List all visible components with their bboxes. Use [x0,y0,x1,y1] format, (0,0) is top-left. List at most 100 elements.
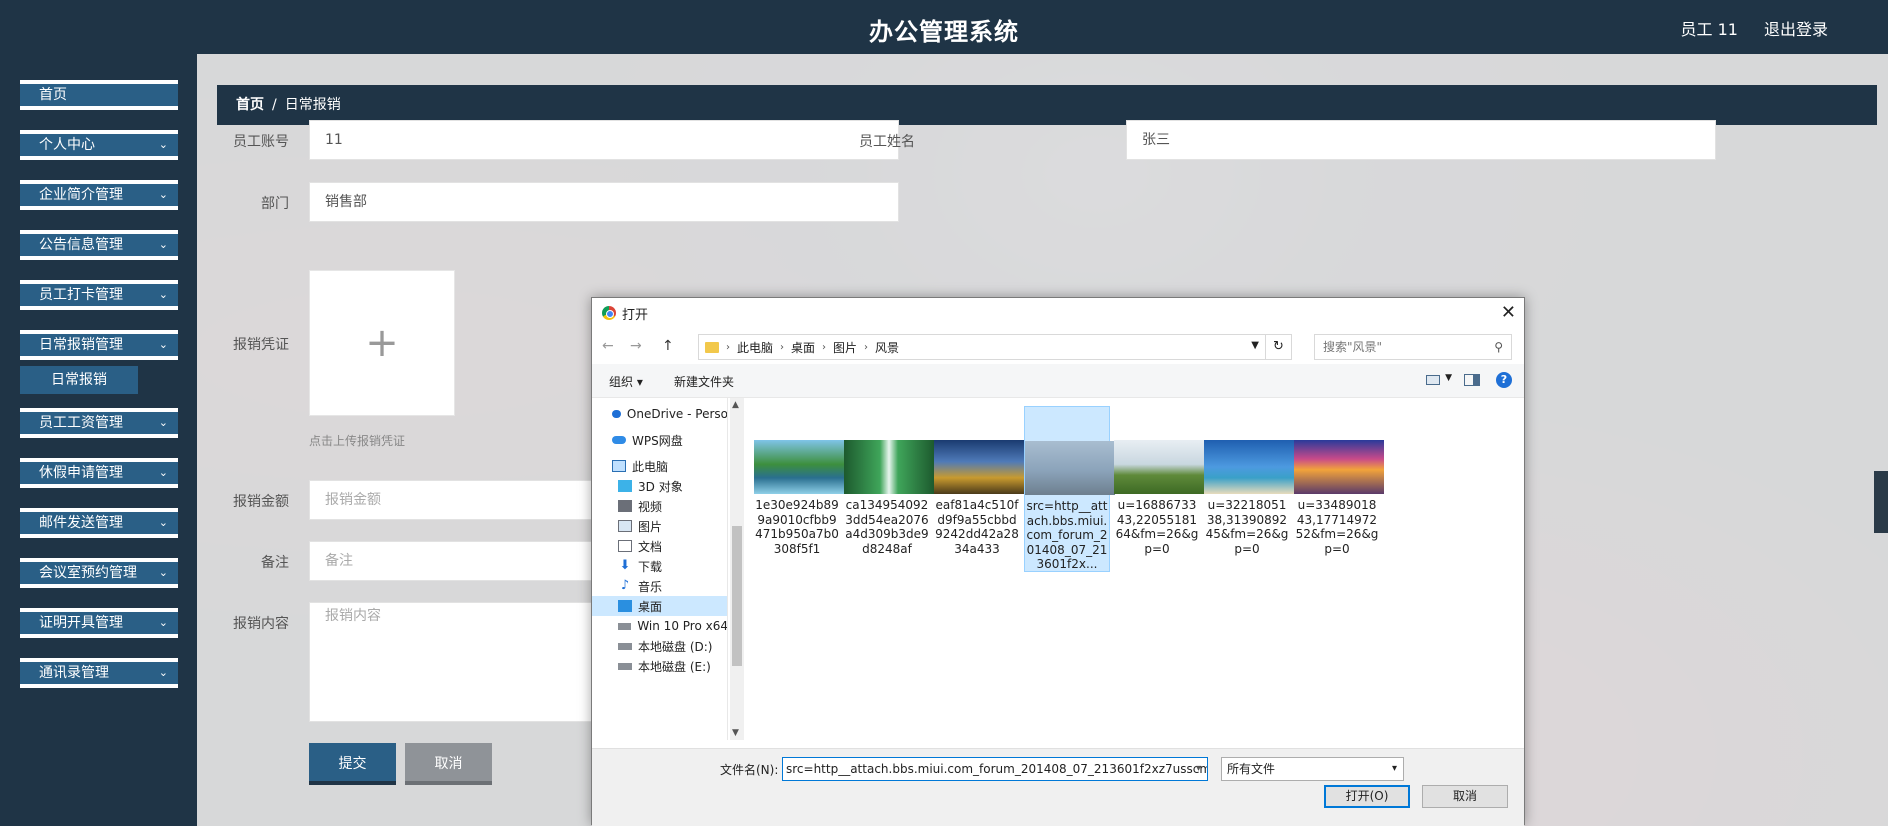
nav-item-downloads[interactable]: ⬇ 下载 [592,556,727,576]
nav-item-wps[interactable]: WPS网盘 [592,430,727,450]
nav-item-desktop[interactable]: 桌面 [592,596,727,616]
content-label: 报销内容 [233,616,289,632]
nav-item-drive-d[interactable]: 本地磁盘 (D:) [592,636,727,656]
nav-item-this-pc[interactable]: 此电脑 [592,456,727,476]
path-crumb[interactable]: 桌面 [791,339,815,356]
sidebar-item-label: 通讯录管理 [39,665,109,681]
image-thumbnail [934,440,1024,494]
nav-item-documents[interactable]: 文档 [592,536,727,556]
cancel-button[interactable]: 取消 [405,743,492,785]
forward-arrow-icon[interactable]: → [630,338,642,354]
scroll-up-icon[interactable]: ▲ [732,400,739,410]
path-crumb[interactable]: 此电脑 [737,339,773,356]
sidebar-item-label: 证明开具管理 [39,615,123,631]
submit-button[interactable]: 提交 [309,743,396,785]
content-textarea[interactable]: 报销内容 [309,602,609,722]
back-arrow-icon[interactable]: ← [602,338,614,354]
sidebar-subitem-daily-reimbursement[interactable]: 日常报销 [20,366,138,394]
sidebar-item-label: 员工打卡管理 [39,287,123,303]
address-bar[interactable]: › 此电脑 › 桌面 › 图片 › 风景 ▼ [698,334,1266,360]
sidebar-item-mail[interactable]: 邮件发送管理 ⌄ [20,508,178,538]
path-separator-icon: › [780,341,785,353]
dialog-cancel-button[interactable]: 取消 [1422,785,1508,808]
employee-account-label: 员工账号 [233,134,289,150]
file-item[interactable]: u=1688673343,2205518164&fm=26&gp=0 [1114,406,1204,572]
new-folder-button[interactable]: 新建文件夹 [674,373,734,390]
nav-scrollbar[interactable]: ▲ ▼ [730,398,744,740]
file-item[interactable]: eaf81a4c510fd9f9a55cbbd9242dd42a2834a433 [934,406,1024,572]
refresh-icon[interactable]: ↻ [1266,334,1292,360]
file-item[interactable]: 1e30e924b899a9010cfbb9471b950a7b0308f5f1 [754,406,844,572]
search-input[interactable]: 搜索"风景" ⚲ [1314,334,1512,360]
path-crumb[interactable]: 风景 [875,339,899,356]
chevron-down-icon[interactable]: ▼ [1445,373,1452,383]
scrollbar-thumb[interactable] [732,526,742,666]
nav-item-label: 音乐 [638,579,663,594]
department-label: 部门 [261,196,289,212]
drive-icon [618,662,632,670]
up-arrow-icon[interactable]: ↑ [662,338,674,354]
sidebar-item-label: 首页 [39,87,67,103]
preview-pane-icon[interactable] [1464,374,1480,386]
file-item-selected[interactable]: src=http__attach.bbs.miui.com_forum_2014… [1024,406,1115,572]
image-thumbnail [844,440,934,494]
organize-button[interactable]: 组织 ▾ [609,373,643,390]
breadcrumb-current: 日常报销 [284,97,341,113]
scroll-down-icon[interactable]: ▼ [732,728,739,738]
filetype-select[interactable]: 所有文件 ▾ [1221,757,1404,781]
sidebar-item-contacts[interactable]: 通讯录管理 ⌄ [20,658,178,688]
nav-item-label: Win 10 Pro x64 [637,619,728,633]
employee-name-field[interactable]: 张三 [1126,120,1716,160]
file-item[interactable]: ca1349540923dd54ea2076a4d309b3de9d8248af [844,406,934,572]
filename-input[interactable]: src=http__attach.bbs.miui.com_forum_2014… [782,757,1208,781]
sidebar-item-home[interactable]: 首页 [20,80,178,110]
close-icon[interactable]: ✕ [1501,302,1516,323]
sidebar-item-personal-center[interactable]: 个人中心 ⌄ [20,130,178,160]
chevron-down-icon: ⌄ [158,188,168,201]
upload-voucher-button[interactable]: + [309,270,455,416]
image-thumbnail [1025,441,1115,495]
view-mode-icon[interactable] [1426,375,1440,385]
file-item[interactable]: u=3348901843,1771497252&fm=26&gp=0 [1294,406,1384,572]
nav-item-drive-c[interactable]: Win 10 Pro x64 [592,616,728,636]
dialog-navigation-row: ← → ↑ › 此电脑 › 桌面 › 图片 › 风景 ▼ ↻ 搜索"风景" ⚲ [592,330,1524,364]
filename-label: 文件名(N): [720,763,779,777]
user-label[interactable]: 员工 11 [1681,16,1738,40]
file-item[interactable]: u=3221805138,3139089245&fm=26&gp=0 [1204,406,1294,572]
sidebar-item-reimbursement[interactable]: 日常报销管理 ⌄ [20,330,178,360]
sidebar-item-certificate[interactable]: 证明开具管理 ⌄ [20,608,178,638]
nav-item-drive-e[interactable]: 本地磁盘 (E:) [592,656,727,676]
open-button[interactable]: 打开(O) [1324,785,1410,808]
amount-field[interactable]: 报销金额 [309,480,609,520]
sidebar-item-company-profile[interactable]: 企业简介管理 ⌄ [20,180,178,210]
sidebar-item-meeting-room[interactable]: 会议室预约管理 ⌄ [20,558,178,588]
department-field[interactable]: 销售部 [309,182,899,222]
chevron-down-icon: ⌄ [158,666,168,679]
nav-item-label: 本地磁盘 (E:) [638,659,711,674]
nav-item-music[interactable]: ♪ 音乐 [592,576,727,596]
path-crumb[interactable]: 图片 [833,339,857,356]
sidebar-item-attendance[interactable]: 员工打卡管理 ⌄ [20,280,178,310]
top-bar: 办公管理系统 员工 11 退出登录 [0,0,1888,54]
image-thumbnail [754,440,844,494]
side-drawer-handle[interactable] [1874,471,1888,533]
nav-item-pictures[interactable]: 图片 [592,516,727,536]
breadcrumb-home[interactable]: 首页 [236,85,264,125]
employee-account-field[interactable]: 11 [309,120,899,160]
sidebar-item-leave[interactable]: 休假申请管理 ⌄ [20,458,178,488]
chevron-down-icon[interactable]: ▾ [1196,757,1210,781]
sidebar-item-salary[interactable]: 员工工资管理 ⌄ [20,408,178,438]
help-icon[interactable]: ? [1496,372,1512,388]
nav-item-label: 文档 [638,539,663,554]
nav-item-videos[interactable]: 视频 [592,496,727,516]
nav-item-onedrive[interactable]: OneDrive - Perso [592,404,727,424]
chevron-down-icon: ⌄ [158,516,168,529]
search-placeholder: 搜索"风景" [1323,340,1383,354]
sidebar-item-label: 休假申请管理 [39,465,123,481]
logout-link[interactable]: 退出登录 [1764,16,1828,40]
nav-item-3d-objects[interactable]: 3D 对象 [592,476,727,496]
filetype-value: 所有文件 [1227,762,1276,776]
chevron-down-icon[interactable]: ▼ [1251,340,1259,351]
remark-field[interactable]: 备注 [309,541,609,581]
sidebar-item-announcements[interactable]: 公告信息管理 ⌄ [20,230,178,260]
